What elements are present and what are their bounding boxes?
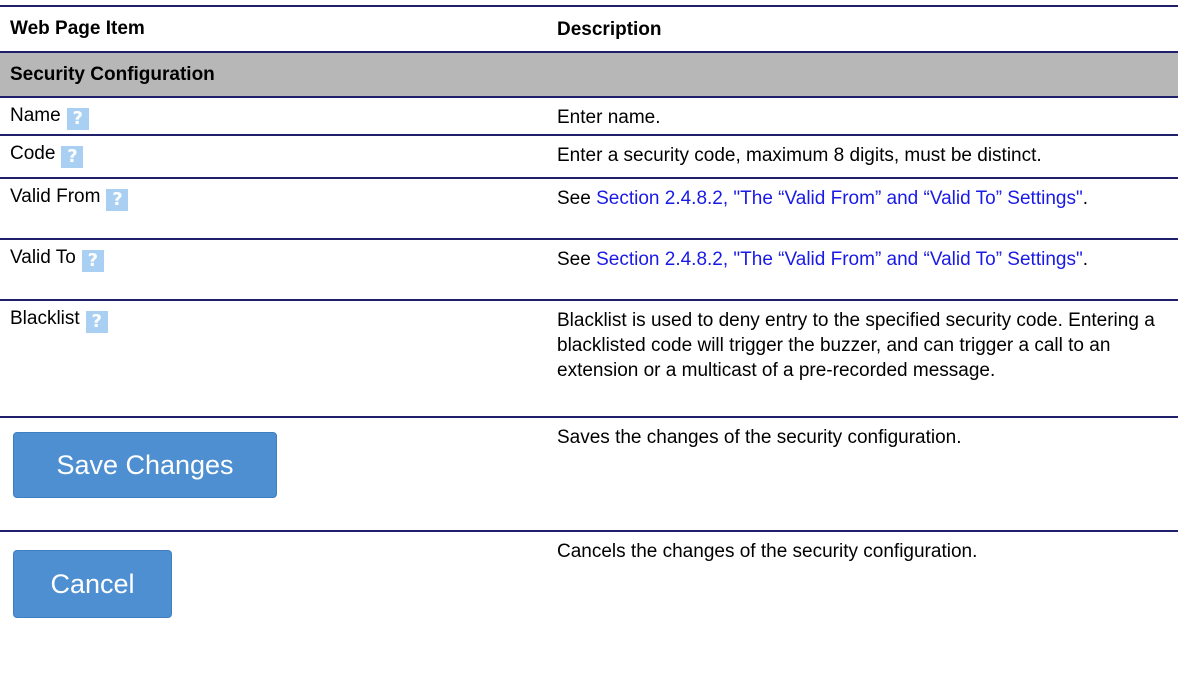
description-cell: See Section 2.4.8.2, "The “Valid From” a… (557, 240, 1178, 272)
cancel-button[interactable]: Cancel (13, 550, 172, 618)
help-question-icon[interactable]: ? (106, 188, 129, 211)
description-suffix: . (1082, 188, 1088, 209)
table-row: Cancel Cancels the changes of the securi… (0, 532, 1178, 642)
web-page-item-table: Web Page Item Description Security Confi… (0, 5, 1178, 642)
description-prefix: See (557, 188, 597, 209)
item-label: Valid From (10, 186, 101, 207)
description-cell: Enter name. (557, 107, 661, 128)
description-cell: Saves the changes of the security config… (557, 427, 962, 448)
column-header-item: Web Page Item (10, 18, 145, 39)
description-cell: Enter a security code, maximum 8 digits,… (557, 145, 1042, 166)
help-question-icon[interactable]: ? (66, 107, 89, 130)
section-row: Security Configuration (0, 53, 1178, 98)
item-cell: Valid To? (0, 240, 557, 272)
table-row: Code? Enter a security code, maximum 8 d… (0, 136, 1178, 179)
help-question-icon[interactable]: ? (85, 310, 108, 333)
column-header-description: Description (557, 18, 662, 40)
table-row: Blacklist? Blacklist is used to deny ent… (0, 301, 1178, 418)
item-label: Code (10, 143, 56, 164)
item-cell: Blacklist? (0, 301, 557, 333)
table-row: Valid To? See Section 2.4.8.2, "The “Val… (0, 240, 1178, 301)
item-cell: Valid From? (0, 179, 557, 211)
section-link[interactable]: Section 2.4.8.2, "The “Valid From” and “… (596, 188, 1083, 209)
item-cell: Save Changes (0, 418, 557, 498)
save-changes-button[interactable]: Save Changes (13, 432, 277, 498)
item-cell: Cancel (0, 532, 557, 618)
item-cell: Name? (0, 98, 557, 130)
table-row: Name? Enter name. (0, 98, 1178, 136)
table-row: Valid From? See Section 2.4.8.2, "The “V… (0, 179, 1178, 240)
description-cell: Cancels the changes of the security conf… (557, 541, 978, 562)
item-label: Valid To (10, 247, 76, 268)
item-cell: Code? (0, 136, 557, 168)
item-label: Blacklist (10, 308, 80, 329)
description-suffix: . (1082, 249, 1088, 270)
table-row: Save Changes Saves the changes of the se… (0, 418, 1178, 532)
item-label: Name (10, 105, 61, 126)
description-cell: See Section 2.4.8.2, "The “Valid From” a… (557, 179, 1178, 211)
description-prefix: See (557, 249, 597, 270)
section-link[interactable]: Section 2.4.8.2, "The “Valid From” and “… (596, 249, 1083, 270)
help-question-icon[interactable]: ? (61, 145, 84, 168)
description-cell: Blacklist is used to deny entry to the s… (557, 310, 1155, 381)
help-question-icon[interactable]: ? (81, 249, 104, 272)
table-header-row: Web Page Item Description (0, 5, 1178, 53)
section-title: Security Configuration (10, 63, 215, 85)
